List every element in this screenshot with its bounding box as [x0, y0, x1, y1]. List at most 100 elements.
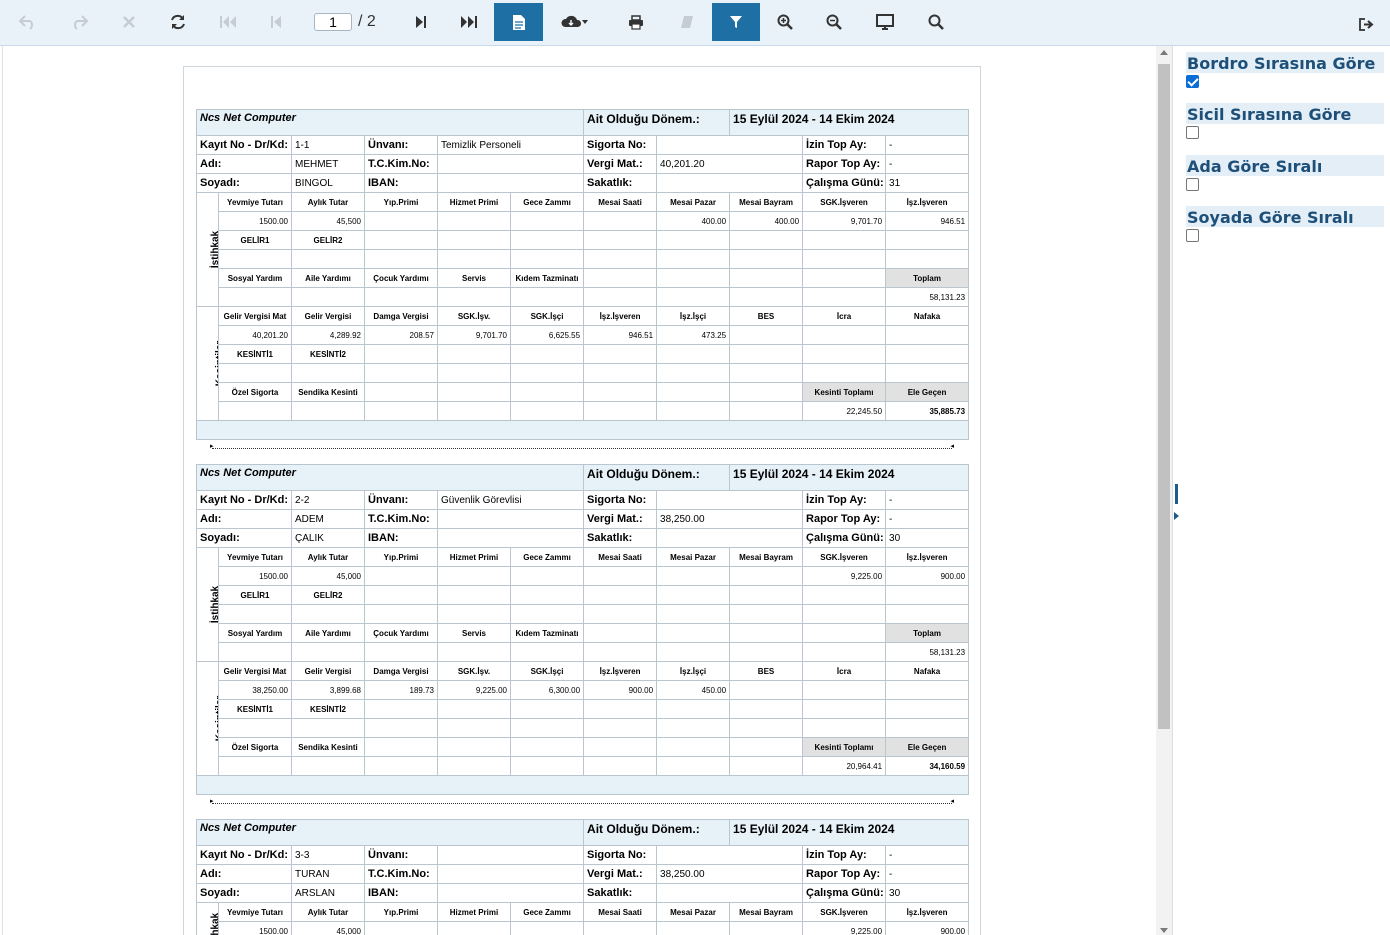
column-header: SGK.İşçi — [509, 661, 585, 681]
column-header: Kesinti Toplamı — [802, 382, 887, 402]
close-icon[interactable] — [105, 3, 153, 41]
column-header: Servis — [437, 623, 511, 643]
print-icon[interactable] — [612, 3, 660, 41]
period-value: 15 Eylül 2024 - 14 Ekim 2024 — [729, 819, 970, 846]
field-label: Çalışma Günü: — [802, 173, 887, 193]
amount-cell — [437, 921, 511, 935]
field-value: 31 — [885, 173, 970, 193]
sort-option-checkbox[interactable] — [1186, 126, 1199, 139]
scroll-up-icon[interactable] — [1160, 50, 1168, 55]
empty-cell — [656, 642, 731, 662]
field-label: Sigorta No: — [583, 845, 658, 865]
edit-icon[interactable] — [662, 3, 710, 41]
field-value — [436, 173, 585, 193]
empty-cell — [437, 585, 511, 605]
empty-cell — [291, 718, 365, 738]
column-header: Aile Yardımı — [291, 623, 365, 643]
slip-separator — [210, 797, 954, 805]
first-page-icon[interactable] — [204, 3, 252, 41]
page-number-input[interactable] — [314, 13, 352, 31]
empty-cell — [218, 756, 292, 776]
column-header: BES — [729, 306, 804, 326]
istihkak-section-label: İstihkak — [196, 902, 219, 935]
column-header: GELİR2 — [291, 230, 365, 250]
search-icon[interactable] — [912, 3, 960, 41]
empty-cell — [656, 363, 731, 383]
empty-cell — [364, 699, 438, 719]
column-header: GELİR1 — [218, 230, 292, 250]
last-page-icon[interactable] — [445, 3, 493, 41]
empty-cell — [802, 585, 887, 605]
field-label: Çalışma Günü: — [802, 528, 887, 548]
empty-cell — [583, 756, 658, 776]
collapse-arrow-icon[interactable] — [1174, 512, 1179, 520]
empty-cell — [583, 249, 658, 269]
empty-cell — [729, 604, 804, 624]
column-header: Hizmet Primi — [437, 547, 511, 567]
amount-cell — [729, 566, 804, 586]
empty-cell — [364, 382, 438, 402]
empty-cell — [218, 363, 292, 383]
field-label: İzin Top Ay: — [802, 490, 887, 510]
zoom-out-icon[interactable] — [810, 3, 858, 41]
empty-cell — [364, 287, 438, 307]
field-value: - — [885, 845, 970, 865]
field-label: İzin Top Ay: — [802, 135, 887, 155]
viewer-scrollbar[interactable] — [1156, 46, 1172, 935]
undo-icon[interactable] — [4, 3, 52, 41]
period-label: Ait Olduğu Dönem.: — [583, 819, 731, 846]
amount-cell — [885, 680, 970, 700]
amount-cell: 1500.00 — [218, 921, 292, 935]
field-label: Sakatlık: — [583, 883, 658, 903]
column-header: İşz.İşçi — [656, 306, 731, 326]
empty-cell — [656, 623, 731, 643]
next-page-icon[interactable] — [397, 3, 445, 41]
sort-option-checkbox[interactable] — [1186, 178, 1199, 191]
sort-option-label: Bordro Sırasına Göre — [1186, 52, 1384, 73]
scroll-down-icon[interactable] — [1160, 928, 1168, 933]
fullscreen-icon[interactable] — [861, 3, 909, 41]
amount-cell: 9,225.00 — [437, 680, 511, 700]
exit-icon[interactable] — [1359, 18, 1374, 36]
field-value — [436, 528, 585, 548]
column-header: Mesai Bayram — [729, 192, 804, 212]
sort-option-ad: Ada Göre Sıralı — [1186, 155, 1384, 191]
empty-cell — [885, 718, 970, 738]
field-label: Sigorta No: — [583, 490, 658, 510]
column-header: İcra — [802, 306, 887, 326]
empty-cell — [437, 249, 511, 269]
column-header: Gelir Vergisi — [291, 661, 365, 681]
empty-cell — [437, 756, 511, 776]
previous-page-icon[interactable] — [252, 3, 300, 41]
splitter-grip[interactable] — [1175, 484, 1178, 504]
panel-splitter[interactable] — [1172, 46, 1180, 935]
kesintiler-section-label: Kesintiler — [196, 306, 219, 421]
redo-icon[interactable] — [55, 3, 103, 41]
empty-cell — [583, 230, 658, 250]
zoom-in-icon[interactable] — [761, 3, 809, 41]
sort-option-label: Ada Göre Sıralı — [1186, 155, 1384, 176]
filter-icon[interactable] — [712, 3, 760, 41]
amount-cell: 400.00 — [729, 211, 804, 231]
column-header: Mesai Saati — [583, 547, 658, 567]
scrollbar-thumb[interactable] — [1158, 64, 1170, 729]
slip-footer — [195, 420, 970, 440]
empty-cell — [291, 756, 365, 776]
empty-cell — [437, 382, 511, 402]
field-label: Adı: — [196, 509, 292, 529]
payroll-slip: Ncs Net Computer Ait Olduğu Dönem.: 15 Eyl… — [195, 819, 970, 935]
document-icon[interactable] — [494, 3, 543, 41]
refresh-icon[interactable] — [154, 3, 202, 41]
sort-option-checkbox[interactable] — [1186, 75, 1199, 88]
column-header: Yevmiye Tutarı — [218, 902, 292, 922]
empty-cell — [729, 287, 804, 307]
period-label: Ait Olduğu Dönem.: — [583, 464, 731, 491]
field-label: Kayıt No - Dr/Kd: — [196, 845, 292, 865]
column-header: İşz.İşveren — [885, 192, 970, 212]
empty-cell — [729, 401, 804, 421]
empty-cell — [509, 604, 585, 624]
download-icon[interactable] — [552, 3, 598, 41]
sort-option-checkbox[interactable] — [1186, 229, 1199, 242]
column-header: SGK.İşveren — [802, 192, 887, 212]
empty-cell — [437, 344, 511, 364]
